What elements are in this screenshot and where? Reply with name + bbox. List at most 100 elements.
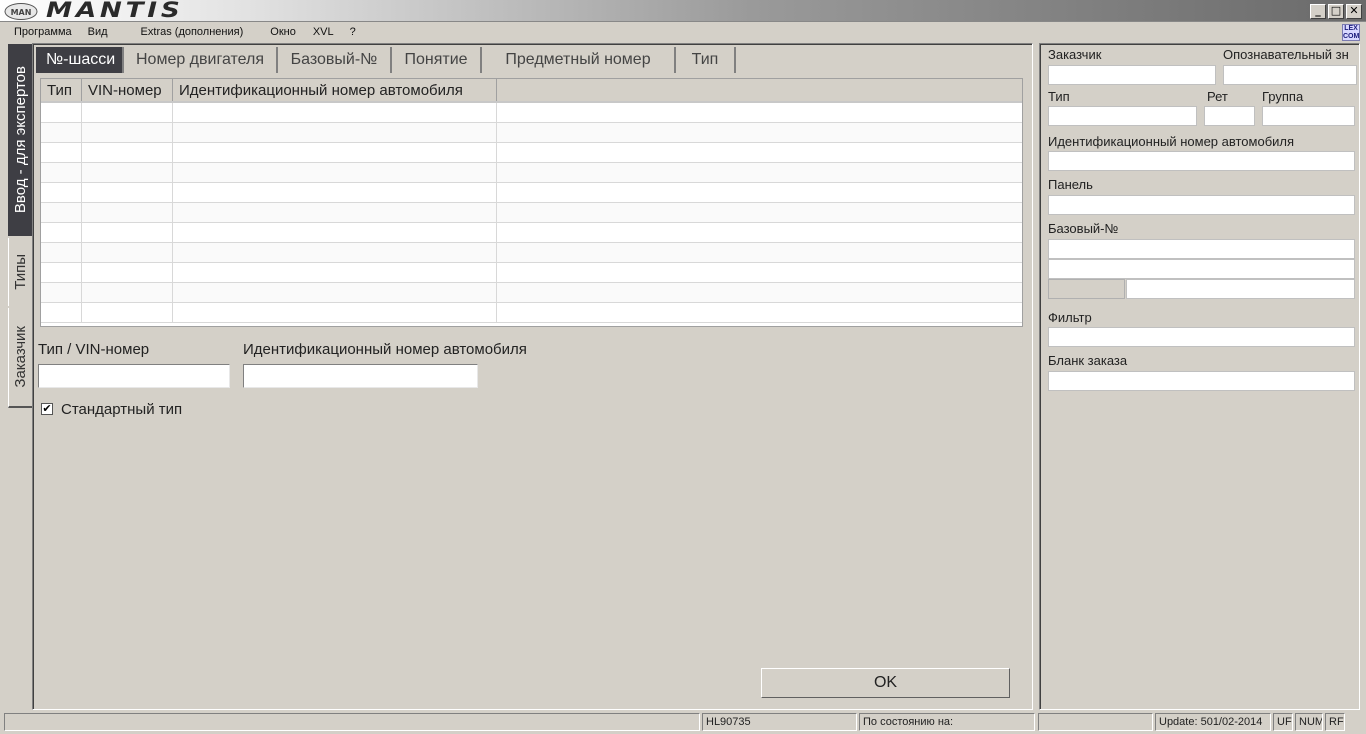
column-header-type[interactable]: Тип bbox=[41, 79, 82, 101]
table-row[interactable] bbox=[41, 183, 1022, 203]
table-cell[interactable] bbox=[41, 223, 82, 243]
table-cell[interactable] bbox=[41, 163, 82, 183]
table-cell[interactable] bbox=[82, 263, 173, 283]
order-form-input[interactable] bbox=[1048, 371, 1355, 391]
table-cell[interactable] bbox=[173, 163, 497, 183]
base-no-input-4[interactable] bbox=[1126, 279, 1355, 299]
table-cell[interactable] bbox=[173, 103, 497, 123]
table-cell[interactable] bbox=[497, 103, 1022, 123]
table-row[interactable] bbox=[41, 283, 1022, 303]
table-cell[interactable] bbox=[497, 143, 1022, 163]
side-tab-expert-input[interactable]: Ввод - для экспертов bbox=[8, 44, 32, 236]
ident-input[interactable] bbox=[1223, 65, 1357, 85]
menu-window[interactable]: Окно bbox=[264, 26, 302, 38]
menu-view[interactable]: Вид bbox=[82, 26, 114, 38]
table-cell[interactable] bbox=[173, 123, 497, 143]
table-cell[interactable] bbox=[82, 163, 173, 183]
table-cell[interactable] bbox=[82, 303, 173, 323]
maximize-button[interactable]: □ bbox=[1328, 4, 1344, 19]
menu-program[interactable]: Программа bbox=[8, 26, 78, 38]
table-cell[interactable] bbox=[497, 163, 1022, 183]
customer-label: Заказчик bbox=[1048, 47, 1102, 62]
table-cell[interactable] bbox=[41, 243, 82, 263]
table-cell[interactable] bbox=[82, 243, 173, 263]
customer-input[interactable] bbox=[1048, 65, 1216, 85]
vehicle-id-input[interactable] bbox=[243, 364, 478, 388]
results-grid[interactable]: Тип VIN-номер Идентификационный номер ав… bbox=[40, 78, 1023, 327]
tab-base-no[interactable]: Базовый-№ bbox=[278, 47, 392, 73]
ret-label: Рет bbox=[1207, 89, 1228, 104]
table-cell[interactable] bbox=[173, 303, 497, 323]
ok-button[interactable]: OK bbox=[761, 668, 1010, 698]
tab-term[interactable]: Понятие bbox=[392, 47, 482, 73]
table-cell[interactable] bbox=[82, 143, 173, 163]
column-header-vin[interactable]: VIN-номер bbox=[82, 79, 173, 101]
table-cell[interactable] bbox=[497, 203, 1022, 223]
table-cell[interactable] bbox=[41, 263, 82, 283]
table-row[interactable] bbox=[41, 163, 1022, 183]
standard-type-checkbox[interactable]: ✔ bbox=[41, 403, 53, 415]
close-button[interactable]: ✕ bbox=[1346, 4, 1362, 19]
base-no-input-3 bbox=[1048, 279, 1125, 299]
tab-item-no[interactable]: Предметный номер bbox=[482, 47, 676, 73]
vehicle-id-label: Идентификационный номер автомобиля bbox=[243, 341, 527, 358]
table-row[interactable] bbox=[41, 103, 1022, 123]
base-no-input-2[interactable] bbox=[1048, 259, 1355, 279]
table-cell[interactable] bbox=[497, 243, 1022, 263]
table-cell[interactable] bbox=[497, 223, 1022, 243]
menu-help[interactable]: ? bbox=[344, 26, 362, 38]
lexcom-icon[interactable]: LEX COM bbox=[1342, 24, 1360, 41]
menu-xvl[interactable]: XVL bbox=[307, 26, 340, 38]
table-cell[interactable] bbox=[497, 183, 1022, 203]
table-cell[interactable] bbox=[497, 123, 1022, 143]
table-cell[interactable] bbox=[173, 283, 497, 303]
side-tabs: Ввод - для экспертов Типы Заказчик bbox=[8, 44, 32, 414]
side-tab-customer[interactable]: Заказчик bbox=[8, 308, 32, 408]
panel-input[interactable] bbox=[1048, 195, 1355, 215]
filter-input[interactable] bbox=[1048, 327, 1355, 347]
table-row[interactable] bbox=[41, 203, 1022, 223]
group-input[interactable] bbox=[1262, 106, 1355, 126]
table-row[interactable] bbox=[41, 123, 1022, 143]
tab-type[interactable]: Тип bbox=[676, 47, 736, 73]
table-cell[interactable] bbox=[497, 303, 1022, 323]
table-row[interactable] bbox=[41, 223, 1022, 243]
table-cell[interactable] bbox=[173, 203, 497, 223]
table-cell[interactable] bbox=[82, 203, 173, 223]
table-cell[interactable] bbox=[41, 303, 82, 323]
minimize-button[interactable]: _ bbox=[1310, 4, 1326, 19]
table-cell[interactable] bbox=[41, 143, 82, 163]
vehicle-id-input-right[interactable] bbox=[1048, 151, 1355, 171]
table-cell[interactable] bbox=[41, 103, 82, 123]
table-cell[interactable] bbox=[41, 203, 82, 223]
ret-input[interactable] bbox=[1204, 106, 1255, 126]
table-cell[interactable] bbox=[41, 123, 82, 143]
table-cell[interactable] bbox=[82, 183, 173, 203]
status-num: NUM bbox=[1295, 713, 1323, 731]
column-header-vehicle-id[interactable]: Идентификационный номер автомобиля bbox=[173, 79, 497, 101]
table-cell[interactable] bbox=[82, 223, 173, 243]
type-input[interactable] bbox=[1048, 106, 1197, 126]
table-row[interactable] bbox=[41, 263, 1022, 283]
table-cell[interactable] bbox=[82, 103, 173, 123]
table-cell[interactable] bbox=[41, 283, 82, 303]
tab-chassis-no[interactable]: №-шасси bbox=[36, 47, 124, 73]
table-cell[interactable] bbox=[497, 283, 1022, 303]
table-cell[interactable] bbox=[497, 263, 1022, 283]
table-cell[interactable] bbox=[82, 123, 173, 143]
table-row[interactable] bbox=[41, 143, 1022, 163]
table-cell[interactable] bbox=[173, 143, 497, 163]
table-cell[interactable] bbox=[41, 183, 82, 203]
table-row[interactable] bbox=[41, 303, 1022, 323]
table-row[interactable] bbox=[41, 243, 1022, 263]
base-no-input-1[interactable] bbox=[1048, 239, 1355, 259]
menu-extras[interactable]: Extras (дополнения) bbox=[135, 26, 250, 38]
table-cell[interactable] bbox=[173, 243, 497, 263]
type-vin-input[interactable] bbox=[38, 364, 230, 388]
table-cell[interactable] bbox=[173, 223, 497, 243]
side-tab-types[interactable]: Типы bbox=[8, 238, 32, 306]
table-cell[interactable] bbox=[82, 283, 173, 303]
table-cell[interactable] bbox=[173, 183, 497, 203]
tab-engine-no[interactable]: Номер двигателя bbox=[124, 47, 278, 73]
table-cell[interactable] bbox=[173, 263, 497, 283]
